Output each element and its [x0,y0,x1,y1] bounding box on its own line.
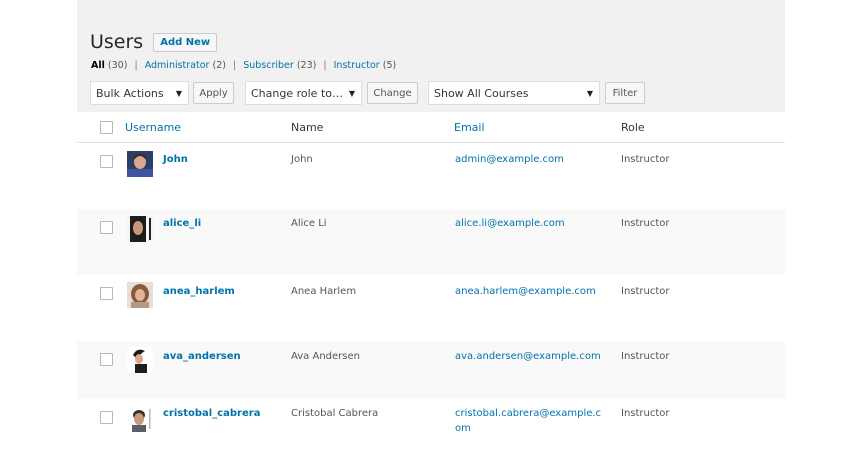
row-username[interactable]: cristobal_cabrera [163,408,260,419]
filter-administrator[interactable]: Administrator [145,60,210,71]
bulk-actions-select[interactable]: Bulk Actions ▼ [90,81,189,105]
table-row: alice_li Alice Li alice.li@example.com I… [77,209,785,275]
row-email[interactable]: cristobal.cabrera@example.c om [455,406,601,436]
row-checkbox[interactable] [100,155,113,168]
table-row: anea_harlem Anea Harlem anea.harlem@exam… [77,275,785,341]
change-button[interactable]: Change [367,82,418,104]
column-name[interactable]: Name [291,121,323,134]
filter-all[interactable]: All [91,60,105,71]
user-avatar[interactable] [127,151,153,177]
row-name: Alice Li [291,218,327,229]
table-row: ava_andersen Ava Andersen ava.andersen@e… [77,341,785,399]
row-name: Anea Harlem [291,286,357,297]
select-all-checkbox[interactable] [100,121,113,134]
user-avatar[interactable] [127,406,153,432]
row-email[interactable]: anea.harlem@example.com [455,284,596,299]
row-email[interactable]: admin@example.com [455,152,564,167]
filter-separator: | [134,60,138,71]
row-checkbox[interactable] [100,221,113,234]
column-email[interactable]: Email [454,121,485,134]
dropdown-arrow-icon: ▼ [175,88,182,98]
row-role: Instructor [621,286,670,297]
page-header: Users Add New [90,31,218,53]
row-checkbox[interactable] [100,287,113,300]
row-role: Instructor [621,351,670,362]
row-role: Instructor [621,154,670,165]
row-role: Instructor [621,218,670,229]
page-title: Users [90,31,144,53]
filter-button[interactable]: Filter [605,82,645,104]
courses-select[interactable]: Show All Courses ▼ [428,81,600,105]
row-username[interactable]: alice_li [163,218,201,229]
user-avatar[interactable] [127,216,153,242]
bulk-actions-value: Bulk Actions [96,86,164,100]
filter-separator: | [323,60,327,71]
row-username[interactable]: ava_andersen [163,351,241,362]
user-avatar[interactable] [127,347,153,373]
table-row: John John admin@example.com Instructor [77,143,785,209]
row-username[interactable]: anea_harlem [163,286,235,297]
column-role: Role [621,121,645,134]
role-filter-links: All (30) | Administrator (2) | Subscribe… [91,60,396,71]
column-username[interactable]: Username [125,121,181,134]
users-table: Username Name Email Role John John admin… [77,112,785,454]
row-email-line: cristobal.cabrera@example.c [455,408,602,419]
dropdown-arrow-icon: ▼ [348,88,355,98]
filter-subscriber-count: (23) [296,60,317,71]
user-avatar[interactable] [127,282,153,308]
change-role-select[interactable]: Change role to… ▼ [245,81,362,105]
row-name: John [291,154,313,165]
courses-value: Show All Courses [434,86,529,100]
users-admin-panel: Users Add New All (30) | Administrator (… [77,0,785,454]
change-role-value: Change role to… [251,86,343,100]
row-role: Instructor [621,408,670,419]
row-name: Ava Andersen [291,351,360,362]
filter-instructor-count: (5) [382,60,397,71]
table-row: cristobal_cabrera Cristobal Cabrera cris… [77,399,785,454]
row-checkbox[interactable] [100,411,113,424]
row-email[interactable]: alice.li@example.com [455,216,565,231]
row-email[interactable]: ava.andersen@example.com [455,349,601,364]
add-new-button[interactable]: Add New [153,32,218,52]
filter-subscriber[interactable]: Subscriber [243,60,294,71]
table-header: Username Name Email Role [77,112,785,143]
apply-button[interactable]: Apply [193,82,234,104]
dropdown-arrow-icon: ▼ [586,88,593,98]
filter-all-count: (30) [107,60,128,71]
row-email-line: om [455,423,471,434]
row-name: Cristobal Cabrera [291,408,379,419]
filter-separator: | [232,60,237,71]
row-username[interactable]: John [163,154,188,165]
filter-administrator-count: (2) [212,60,226,71]
filter-instructor[interactable]: Instructor [334,60,380,71]
row-checkbox[interactable] [100,353,113,366]
table-navigation: Bulk Actions ▼ Apply Change role to… ▼ C… [77,81,785,107]
